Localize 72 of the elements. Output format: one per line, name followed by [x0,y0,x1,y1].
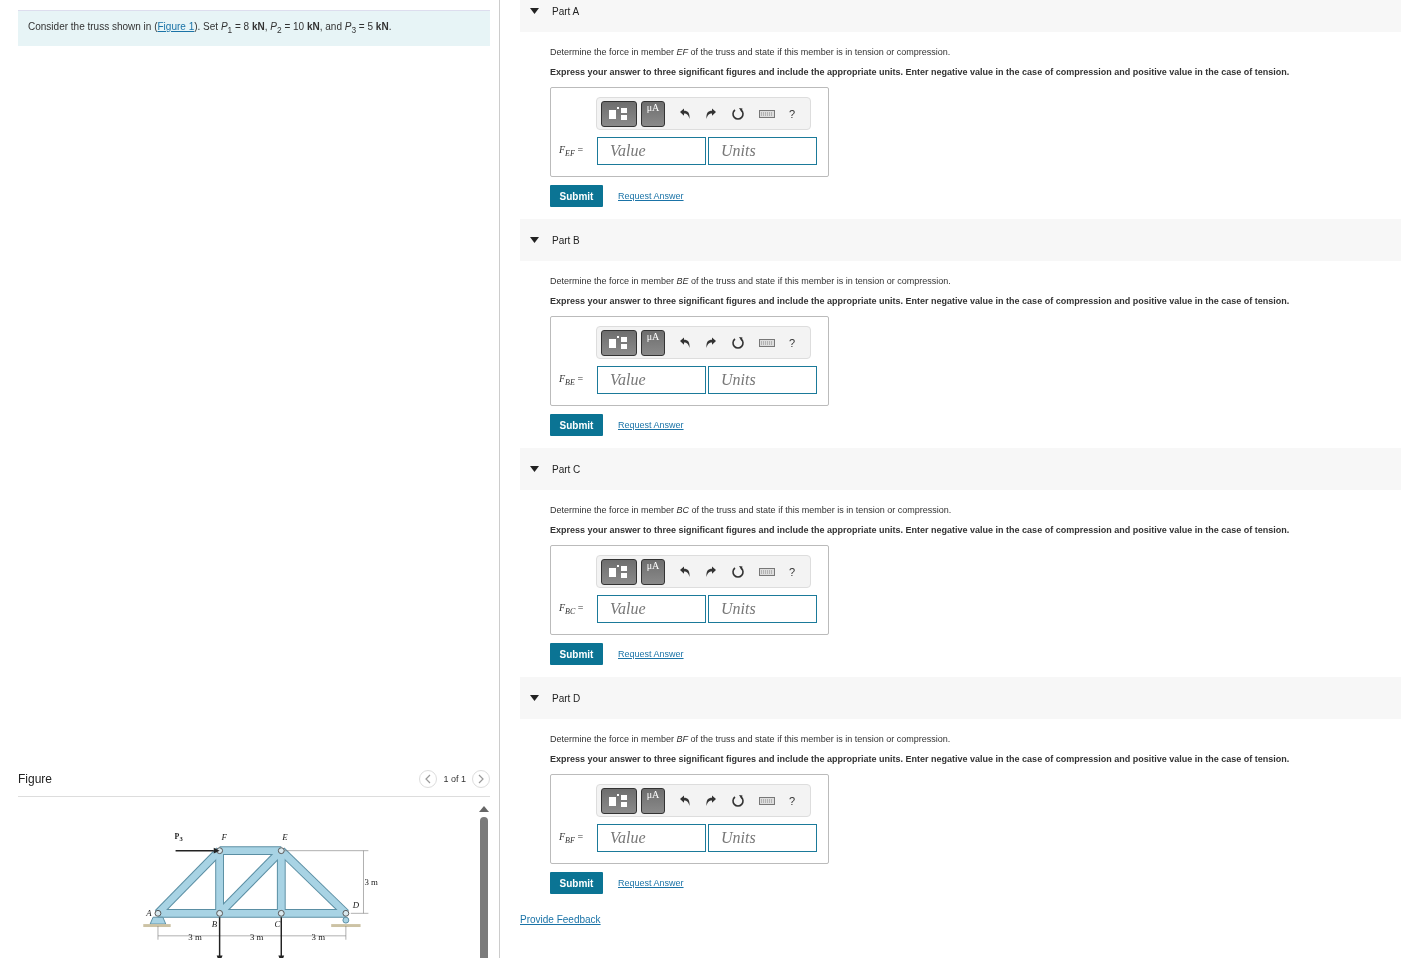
feedback-link[interactable]: Provide Feedback [520,914,601,925]
value-field[interactable]: Value [597,137,706,165]
keyboard-icon[interactable] [759,337,775,348]
instruction-text: Express your answer to three significant figures and include the appropriate units. Enter negative value in the case of compression and positive value in the case of tension. [550,295,1291,307]
answer-label: F$_{BC}$ = [559,602,585,616]
instruction-text: Express your answer to three significant figures and include the appropriate units. Enter negative value in the case of compression and positive value in the case of tension. [550,66,1291,78]
units-field[interactable]: Units [708,137,817,165]
request-answer-link[interactable]: Request Answer [618,191,684,201]
dimension-label: 3 m [364,876,378,887]
part-header[interactable]: Part B [520,219,1401,261]
question-text: Determine the force in member BC of the truss and state if this member is in tension or compression. [550,504,953,516]
reset-icon[interactable] [731,793,745,808]
instruction-text: Express your answer to three significant figures and include the appropriate units. Enter negative value in the case of compression and positive value in the case of tension. [550,753,1291,765]
next-button[interactable] [472,770,490,788]
instruction-text: Express your answer to three significant figures and include the appropriate units. Enter negative value in the case of compression and positive value in the case of tension. [550,524,1291,536]
value-field[interactable]: Value [597,595,706,623]
request-answer-link[interactable]: Request Answer [618,649,684,659]
node-label: C [274,919,281,929]
help-button[interactable]: ? [789,565,796,578]
scrollbar-thumb[interactable] [480,817,488,958]
dimension-label: 3 m [188,931,202,942]
node-label: B [211,919,218,929]
answer-label: F$_{EF}$ = [559,144,585,158]
template-button[interactable] [601,329,637,356]
units-button[interactable]: μA [641,329,665,356]
chevron-right-icon [477,774,485,784]
keyboard-icon[interactable] [759,795,775,806]
submit-button[interactable]: Submit [550,414,603,436]
chevron-left-icon [424,774,433,784]
submit-button[interactable]: Submit [550,643,603,665]
help-button[interactable]: ? [789,107,796,120]
node-label: E [282,831,288,842]
node-label: F [221,831,227,842]
problem-statement: Consider the truss shown in (Figure 1). Set P$_{1}$ = 8 kN, P$_{2}$ = 10 kN, and P$_{3}$ = 5 kN. [28,20,393,37]
scroll-up-icon[interactable] [479,805,489,812]
help-button[interactable]: ? [789,794,796,807]
answer-label: F$_{BF}$ = [559,831,585,845]
part-header[interactable]: Part A [520,0,1401,32]
units-field[interactable]: Units [708,366,817,394]
template-button[interactable] [601,787,637,814]
reset-icon[interactable] [731,564,745,579]
help-button[interactable]: ? [789,336,796,349]
units-button[interactable]: μA [641,558,665,585]
units-field[interactable]: Units [708,824,817,852]
node-label: D [352,900,360,911]
keyboard-icon[interactable] [759,108,775,119]
units-button[interactable]: μA [641,787,665,814]
units-field[interactable]: Units [708,595,817,623]
template-button[interactable] [601,558,637,585]
question-text: Determine the force in member EF of the truss and state if this member is in tension or compression. [550,46,952,58]
submit-button[interactable]: Submit [550,185,603,207]
question-text: Determine the force in member BE of the truss and state if this member is in tension or compression. [550,275,952,287]
dimension-label: 3 m [311,931,326,942]
previous-button[interactable] [419,770,438,788]
part-header[interactable]: Part C [520,448,1401,490]
keyboard-icon[interactable] [759,566,775,577]
figure-title: Figure [18,772,52,786]
node-label: A [146,908,152,919]
request-answer-link[interactable]: Request Answer [618,420,684,430]
page-counter: 1 of 1 [443,774,466,784]
part-header[interactable]: Part D [520,677,1401,719]
units-button[interactable]: μA [641,100,665,127]
reset-icon[interactable] [731,106,745,121]
template-button[interactable] [601,100,637,127]
value-field[interactable]: Value [597,366,706,394]
reset-icon[interactable] [731,335,745,350]
answer-label: F$_{BE}$ = [559,373,585,387]
question-text: Determine the force in member BF of the truss and state if this member is in tension or compression. [550,733,952,745]
dimension-label: 3 m [249,931,264,942]
request-answer-link[interactable]: Request Answer [618,878,684,888]
value-field[interactable]: Value [597,824,706,852]
submit-button[interactable]: Submit [550,872,603,894]
